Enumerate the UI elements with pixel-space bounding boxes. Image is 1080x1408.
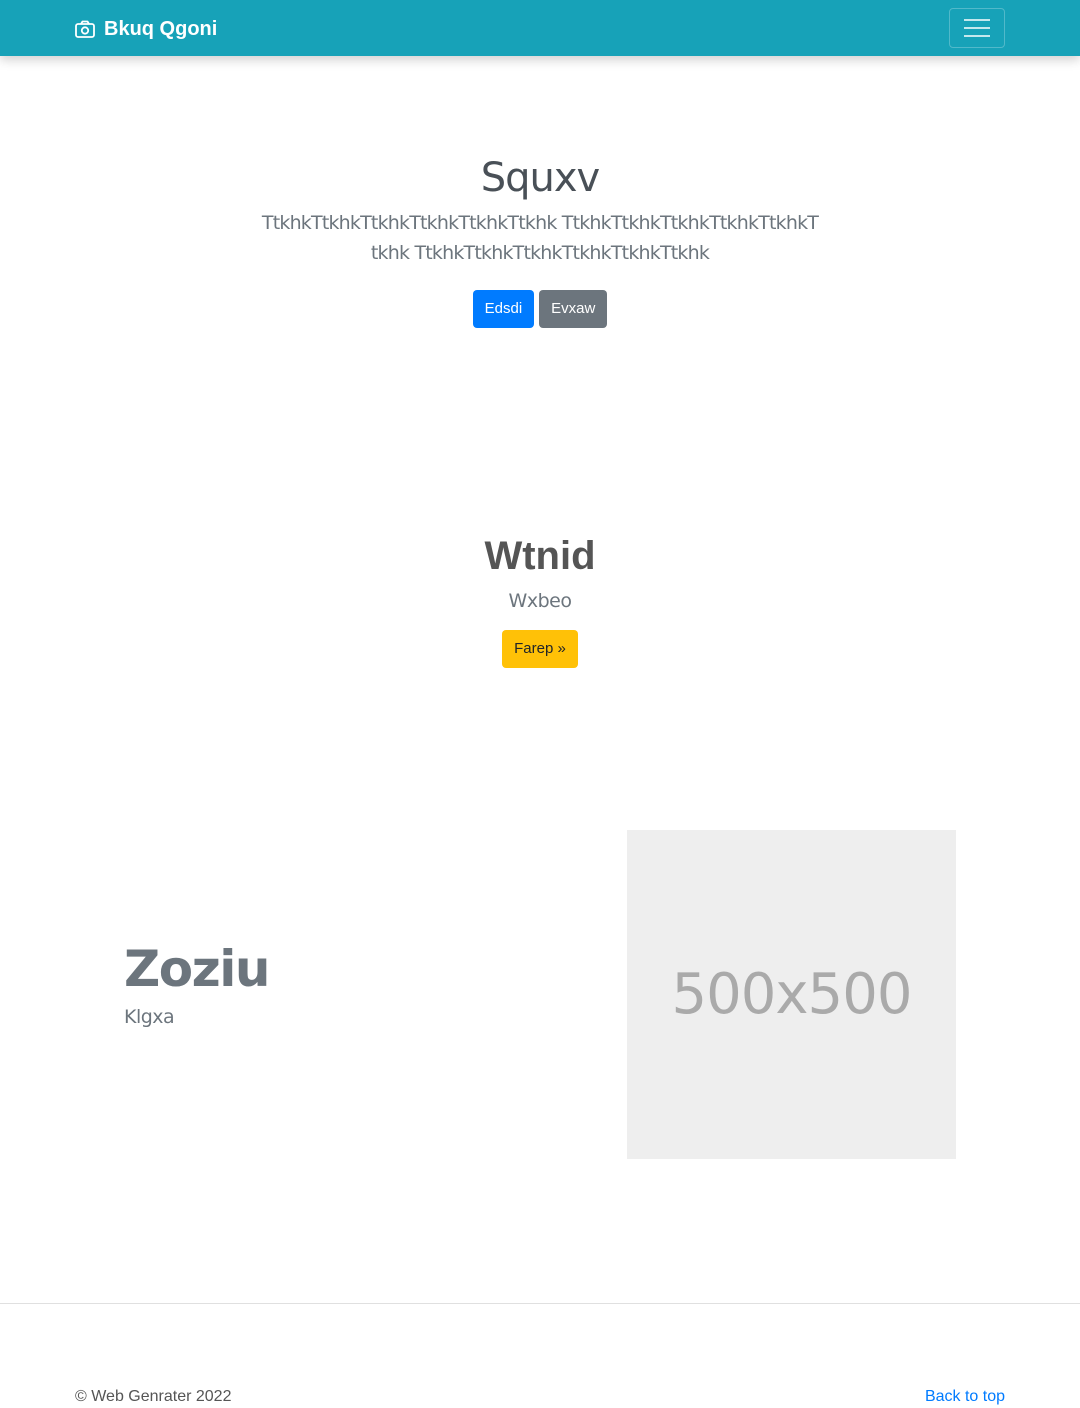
split-subtitle: Klgxa [124, 1006, 175, 1028]
split-title: Zoziu [124, 940, 270, 998]
footer-copyright: © Web Genrater 2022 [75, 1388, 232, 1405]
feature-button[interactable]: Farep » [502, 630, 578, 668]
placeholder-label: 500x500 [671, 962, 913, 1027]
navbar: Bkuq Qgoni [0, 0, 1080, 56]
navbar-brand[interactable]: Bkuq Qgoni [75, 16, 217, 42]
placeholder-image: 500x500 [627, 830, 956, 1159]
feature-subtitle: Wxbeo [508, 590, 572, 612]
back-to-top-link[interactable]: Back to top [925, 1386, 1005, 1408]
primary-button[interactable]: Edsdi [472, 290, 535, 328]
hamburger-icon [964, 19, 990, 21]
hero-lead: TtkhkTtkhkTtkhkTtkhkTtkhkTtkhk TtkhkTtkh… [261, 212, 819, 264]
footer-divider [0, 1303, 1080, 1304]
hero-buttons: Edsdi Evxaw [0, 290, 1080, 328]
feature-title: Wtnid [484, 534, 596, 578]
feature-section: Wtnid Wxbeo Farep » [0, 528, 1080, 668]
secondary-button[interactable]: Evxaw [539, 290, 608, 328]
navbar-toggler-button[interactable] [949, 8, 1005, 48]
hero-title: Squxv [480, 155, 600, 201]
hamburger-icon [964, 35, 990, 37]
hamburger-icon [964, 27, 990, 29]
camera-icon [75, 20, 95, 38]
brand-name: Bkuq Qgoni [104, 17, 218, 40]
hero-section: Squxv TtkhkTtkhkTtkhkTtkhkTtkhkTtkhk Ttk… [0, 150, 1080, 328]
